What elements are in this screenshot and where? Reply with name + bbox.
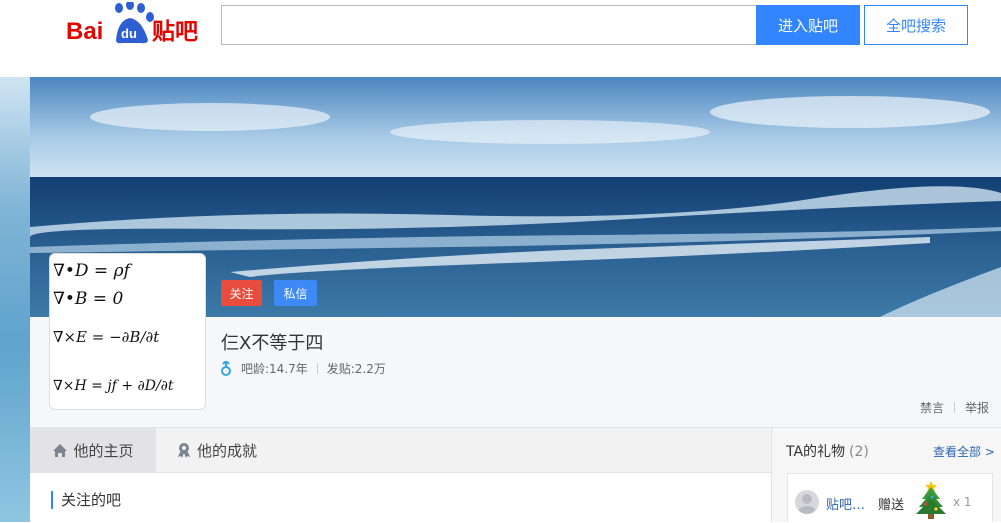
gifts-title: TA的礼物 (2) — [786, 441, 869, 461]
user-actions: 禁言 举报 — [920, 399, 989, 416]
gift-sender-avatar[interactable] — [795, 490, 819, 514]
followed-bars-title: 关注的吧 — [51, 491, 121, 509]
search-all-button[interactable]: 全吧搜索 — [864, 5, 968, 45]
tab-home-label: 他的主页 — [73, 441, 134, 460]
achievement-icon — [178, 443, 190, 458]
formula-3: ∇×E = −∂B/∂t — [53, 328, 160, 346]
follow-button[interactable]: 关注 — [221, 280, 262, 306]
svg-text:Bai: Bai — [66, 18, 103, 45]
formula-2: ∇•B = 0 — [53, 289, 123, 309]
post-count: 发贴:2.2万 — [326, 362, 386, 376]
mute-link[interactable]: 禁言 — [920, 399, 944, 416]
username: 仨X不等于四 — [221, 333, 324, 354]
baidu-tieba-logo[interactable]: du Bai 贴吧 — [66, 0, 202, 46]
gift-quantity: x 1 — [953, 495, 972, 509]
enter-tieba-button[interactable]: 进入贴吧 — [756, 5, 860, 45]
header-bar: du Bai 贴吧 进入贴吧 全吧搜索 — [0, 0, 1001, 77]
divider — [953, 402, 955, 413]
gifts-count: (2) — [849, 444, 869, 460]
home-icon — [53, 443, 68, 457]
divider — [316, 363, 318, 374]
formula-1: ∇•D = ρf — [53, 261, 133, 281]
gifts-title-text: TA的礼物 — [786, 444, 846, 460]
svg-text:du: du — [121, 26, 137, 41]
formula-4: ∇×H = jf + ∂D/∂t — [53, 378, 174, 394]
private-message-button[interactable]: 私信 — [274, 280, 317, 306]
report-link[interactable]: 举报 — [965, 399, 989, 416]
main-content — [30, 473, 771, 522]
view-all-gifts-link[interactable]: 查看全部 > — [933, 443, 995, 460]
tieba-age: 吧龄:14.7年 — [241, 362, 308, 376]
gift-sender-name[interactable]: 贴吧… — [826, 494, 865, 513]
user-avatar[interactable]: ∇•D = ρf ∇•B = 0 ∇×E = −∂B/∂t ∇×H = jf +… — [49, 253, 206, 410]
profile-tabbar: 他的主页 他的成就 — [30, 427, 771, 473]
christmas-tree-icon — [914, 479, 948, 519]
tab-home[interactable]: 他的主页 — [30, 428, 156, 472]
male-icon — [221, 360, 231, 376]
tab-achievements-label: 他的成就 — [197, 441, 258, 460]
tab-achievements[interactable]: 他的成就 — [176, 428, 257, 472]
gift-verb: 赠送 — [878, 498, 905, 513]
svg-text:贴吧: 贴吧 — [152, 19, 198, 45]
user-meta: 吧龄:14.7年 发贴:2.2万 — [219, 360, 386, 377]
search-input[interactable] — [221, 5, 757, 45]
